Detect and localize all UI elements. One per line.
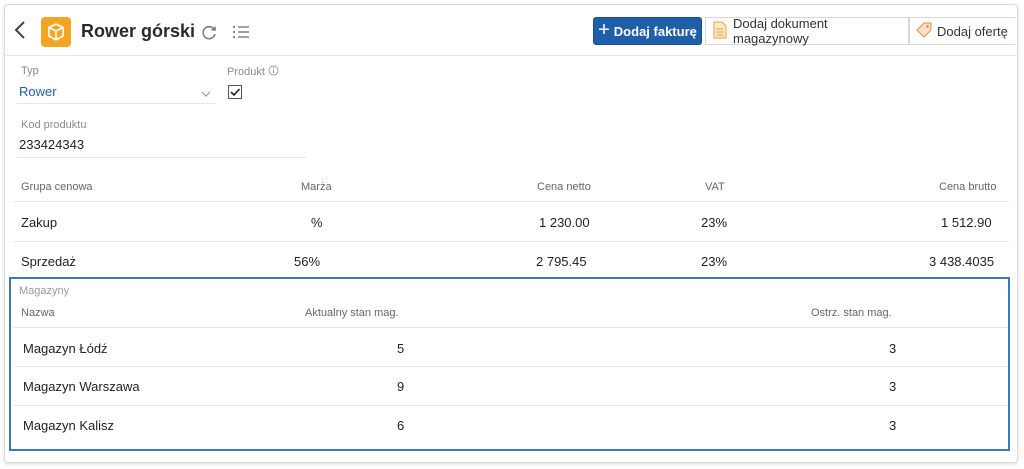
add-invoice-button[interactable]: + Dodaj fakturę: [593, 17, 702, 45]
add-offer-label: Dodaj ofertę: [937, 23, 1008, 39]
warehouses-section: Magazyny Nazwa Aktualny stan mag. Ostrz.…: [9, 277, 1010, 451]
warehouse-cell-alert[interactable]: 3: [889, 418, 896, 433]
pricing-cell-net[interactable]: 2 795.45: [536, 254, 587, 269]
pricing-header-gross: Cena brutto: [939, 181, 997, 193]
warehouse-cell-name: Magazyn Kalisz: [23, 418, 115, 433]
divider: [13, 405, 1008, 406]
pricing-cell-group: Sprzedaż: [21, 254, 76, 269]
pricing-header-group: Grupa cenowa: [21, 181, 93, 193]
divider: [13, 366, 1008, 367]
product-window: Rower górski + Dodaj fakturę Dodaj dokum…: [4, 4, 1018, 463]
pricing-cell-group: Zakup: [21, 215, 58, 230]
pricing-cell-net[interactable]: 1 230.00: [539, 215, 590, 230]
box-icon: [41, 17, 71, 47]
chevron-down-icon[interactable]: [201, 85, 211, 103]
top-bar: Rower górski + Dodaj fakturę Dodaj dokum…: [5, 5, 1017, 56]
warehouses-label: Magazyny: [19, 285, 70, 297]
pricing-cell-margin[interactable]: %: [311, 215, 323, 230]
back-arrow-icon[interactable]: [11, 19, 31, 41]
code-label: Kod produktu: [21, 119, 87, 131]
pricing-cell-margin[interactable]: 56%: [294, 254, 320, 269]
warehouse-cell-name: Magazyn Warszawa: [23, 379, 140, 394]
pricing-header-net: Cena netto: [537, 181, 591, 193]
warehouse-header-alert: Ostrz. stan mag.: [811, 307, 892, 319]
warehouse-cell-alert[interactable]: 3: [889, 341, 896, 356]
plus-icon: +: [598, 19, 610, 41]
pricing-cell-vat[interactable]: 23%: [701, 215, 727, 230]
add-warehouse-document-button[interactable]: Dodaj dokument magazynowy: [705, 16, 909, 46]
add-offer-button[interactable]: Dodaj ofertę: [909, 17, 1015, 45]
product-label-text: Produkt: [227, 66, 265, 78]
pricing-cell-vat[interactable]: 23%: [701, 254, 727, 269]
tag-icon: [916, 22, 932, 41]
warehouse-header-name: Nazwa: [21, 307, 55, 319]
refresh-icon[interactable]: [199, 23, 219, 43]
info-icon[interactable]: [268, 65, 279, 78]
type-underline: [17, 103, 215, 104]
pricing-header-vat: VAT: [705, 181, 725, 193]
pricing-cell-gross[interactable]: 1 512.90: [941, 215, 992, 230]
document-icon: [712, 21, 728, 42]
warehouse-cell-stock: 5: [397, 341, 405, 356]
type-label: Typ: [21, 65, 39, 77]
warehouse-header-stock: Aktualny stan mag.: [305, 307, 399, 319]
type-select[interactable]: Rower: [19, 84, 57, 99]
list-icon[interactable]: [231, 22, 251, 42]
add-warehouse-document-label: Dodaj dokument magazynowy: [733, 16, 828, 46]
warehouse-cell-name: Magazyn Łódź: [23, 341, 108, 356]
pricing-cell-gross[interactable]: 3 438.4035: [929, 254, 994, 269]
warehouse-cell-stock: 6: [397, 418, 405, 433]
product-checkbox[interactable]: [228, 85, 242, 99]
page-title: Rower górski: [81, 21, 196, 41]
code-field[interactable]: 233424343: [19, 137, 84, 152]
divider: [13, 241, 1009, 242]
warehouse-cell-alert[interactable]: 3: [889, 379, 896, 394]
code-underline: [17, 157, 307, 158]
pricing-header-margin: Marża: [301, 181, 332, 193]
divider: [13, 327, 1008, 328]
product-label: Produkt: [227, 65, 279, 78]
add-invoice-label: Dodaj fakturę: [613, 23, 697, 39]
warehouse-cell-stock: 9: [397, 379, 405, 394]
divider: [13, 201, 1009, 202]
